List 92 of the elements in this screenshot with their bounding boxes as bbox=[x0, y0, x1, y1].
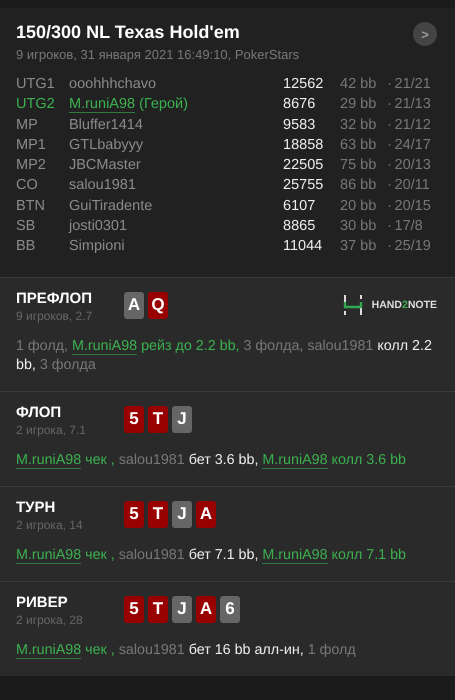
action-summary: M.runiA98 чек , salou1981 бет 16 bb алл-ин, 1 фолд bbox=[16, 640, 357, 660]
stack-value: 9583 bbox=[283, 116, 316, 135]
player-position: UTG1 bbox=[16, 75, 56, 94]
player-link[interactable]: M.runiA98 bbox=[69, 96, 136, 114]
hand-title: 150/300 NL Texas Hold'em bbox=[16, 22, 241, 43]
action-summary: 1 фолд, M.runiA98 рейз до 2.2 bb, 3 фолда, salou1981 колл 2.2 bb, 3 фолда bbox=[16, 336, 433, 375]
player-link[interactable]: M.runiA98 bbox=[16, 546, 82, 564]
bb-value: 37 bb bbox=[340, 237, 378, 256]
bb-value: 29 bb bbox=[340, 95, 378, 114]
street-title: ПРЕФЛОП bbox=[16, 290, 93, 307]
stack-value: 8865 bbox=[283, 217, 316, 236]
next-button[interactable]: > bbox=[413, 22, 437, 46]
playing-card: T bbox=[148, 596, 168, 623]
player-name: Simpioni bbox=[69, 238, 125, 254]
playing-card: T bbox=[148, 406, 168, 433]
playing-card: 5 bbox=[124, 500, 144, 528]
street-info: 2 игрока, 7.1 bbox=[16, 422, 87, 437]
street-info: 9 игроков, 2.7 bbox=[16, 308, 94, 323]
separator-dot: · bbox=[386, 75, 393, 94]
playing-card: Q bbox=[148, 292, 168, 319]
stack-value: 12562 bbox=[283, 75, 324, 94]
logo-icon bbox=[342, 294, 364, 316]
player-position: MP2 bbox=[16, 156, 47, 176]
player-stats: 20/15 bbox=[394, 196, 432, 216]
player-name: Bluffer1414 bbox=[69, 116, 143, 133]
player-name: ooohhhchavo bbox=[69, 76, 156, 92]
player-position: MP bbox=[16, 116, 39, 135]
playing-card: 6 bbox=[220, 596, 240, 623]
player-name: GuiTiradente bbox=[69, 198, 152, 214]
hand-info: 9 игроков, 31 января 2021 16:49:10, PokerStars bbox=[16, 47, 300, 62]
street-info: 2 игрока, 28 bbox=[16, 612, 84, 627]
separator-dot: · bbox=[386, 237, 393, 256]
player-name: salou1981 bbox=[69, 177, 136, 194]
player-name: GTLbabyyy bbox=[69, 136, 144, 153]
player-link[interactable]: M.runiA98 bbox=[16, 642, 82, 659]
player-link[interactable]: M.runiA98 bbox=[262, 452, 328, 469]
separator-dot: · bbox=[386, 217, 393, 236]
street-title: ФЛОП bbox=[16, 404, 62, 421]
player-position: CO bbox=[16, 176, 39, 196]
player-position: BTN bbox=[16, 196, 46, 216]
stack-value: 11044 bbox=[283, 237, 324, 256]
player-position: UTG2 bbox=[16, 95, 56, 114]
player-stats: 21/12 bbox=[394, 116, 432, 135]
stack-value: 8676 bbox=[283, 95, 316, 114]
street-title: РИВЕР bbox=[16, 594, 69, 611]
street-info: 2 игрока, 14 bbox=[16, 518, 84, 532]
playing-card: A bbox=[196, 596, 216, 623]
player-stats: 17/8 bbox=[394, 217, 424, 236]
playing-card: J bbox=[172, 596, 192, 623]
separator-dot: · bbox=[386, 176, 393, 196]
playing-card: J bbox=[172, 500, 192, 528]
separator-dot: · bbox=[386, 116, 393, 135]
playing-card: 5 bbox=[124, 406, 144, 433]
player-stats: 25/19 bbox=[394, 237, 432, 256]
hero-tag: (Герой) bbox=[139, 96, 188, 112]
player-stats: 20/13 bbox=[394, 156, 432, 176]
player-link[interactable]: M.runiA98 bbox=[72, 338, 138, 355]
player-link[interactable]: M.runiA98 bbox=[16, 452, 82, 469]
player-position: MP1 bbox=[16, 136, 47, 155]
bb-value: 42 bb bbox=[340, 75, 378, 94]
player-position: SB bbox=[16, 217, 36, 236]
bb-value: 30 bb bbox=[340, 217, 378, 236]
playing-card: A bbox=[196, 500, 216, 528]
street-title: ТУРН bbox=[16, 498, 56, 516]
player-stats: 24/17 bbox=[394, 136, 432, 155]
separator-dot: · bbox=[386, 95, 393, 114]
playing-card: J bbox=[172, 406, 192, 433]
bb-value: 63 bb bbox=[340, 136, 378, 155]
playing-card: T bbox=[148, 500, 168, 528]
player-link[interactable]: M.runiA98 bbox=[262, 546, 328, 564]
action-summary: M.runiA98 чек , salou1981 бет 7.1 bb, M.runiA98 колл 7.1 bb bbox=[16, 546, 408, 565]
playing-card: 5 bbox=[124, 596, 144, 623]
player-stats: 21/13 bbox=[394, 95, 432, 114]
playing-card: A bbox=[124, 292, 144, 319]
stack-value: 25755 bbox=[283, 176, 324, 196]
action-summary: M.runiA98 чек , salou1981 бет 3.6 bb, M.runiA98 колл 3.6 bb bbox=[16, 450, 408, 470]
separator-dot: · bbox=[386, 136, 393, 155]
stack-value: 6107 bbox=[283, 196, 316, 216]
separator-dot: · bbox=[386, 156, 393, 176]
player-stats: 21/21 bbox=[394, 75, 432, 94]
separator-dot: · bbox=[386, 196, 393, 216]
bb-value: 20 bb bbox=[340, 196, 378, 216]
bb-value: 75 bb bbox=[340, 156, 378, 176]
player-position: BB bbox=[16, 237, 36, 256]
player-name: JBCMaster bbox=[69, 157, 141, 174]
player-stats: 20/11 bbox=[394, 176, 431, 196]
bb-value: 32 bb bbox=[340, 116, 378, 135]
bb-value: 86 bb bbox=[340, 176, 378, 196]
logo-text: HAND2NOTE bbox=[372, 298, 437, 311]
player-name: josti0301 bbox=[69, 218, 128, 234]
stack-value: 22505 bbox=[283, 156, 324, 176]
stack-value: 18858 bbox=[283, 136, 324, 155]
